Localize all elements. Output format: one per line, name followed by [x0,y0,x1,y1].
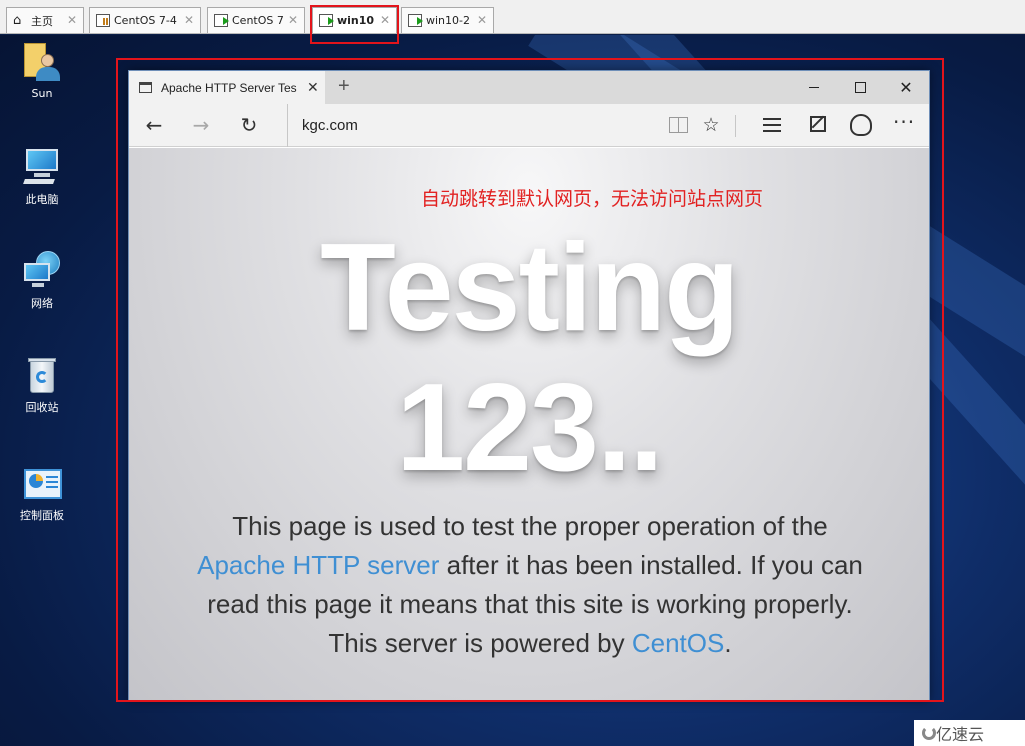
watermark: 亿速云 [914,720,1025,746]
desktop-icon-label: 控制面板 [20,509,64,522]
vm-tab-centos-7-4[interactable]: CentOS 7-4 ✕ [89,7,201,33]
desktop-icon-label: Sun [31,87,53,100]
close-icon[interactable]: ✕ [477,13,487,27]
desktop-icon-control-panel[interactable]: 控制面板 [8,463,76,523]
desktop-icon-label: 回收站 [25,401,59,414]
desktop-icon-recycle-bin[interactable]: 回收站 [8,355,76,415]
close-icon[interactable]: ✕ [67,13,77,27]
user-folder-icon [22,43,62,83]
network-icon [22,251,62,291]
close-icon[interactable]: ✕ [184,13,194,27]
vm-tab-label: win10-2 [426,14,470,27]
highlight-box-tab [310,5,399,44]
desktop-icon-label: 网络 [31,297,53,310]
recycle-bin-icon [22,355,62,395]
home-icon: ⌂ [13,13,22,28]
close-icon[interactable]: ✕ [288,13,298,27]
desktop-icon-network[interactable]: 网络 [8,251,76,311]
vm-running-icon [214,14,229,27]
watermark-logo-icon [922,726,936,740]
watermark-text: 亿速云 [936,725,985,744]
desktop-icon-this-pc[interactable]: 此电脑 [8,147,76,207]
vm-tab-label: 主页 [31,14,53,28]
desktop-icon-label: 此电脑 [25,193,59,206]
vm-tab-home[interactable]: ⌂ 主页 ✕ [6,7,84,33]
vm-tab-centos-7[interactable]: CentOS 7 ✕ [207,7,305,33]
control-panel-icon [22,463,62,503]
vm-tab-win10-2[interactable]: win10-2 ✕ [401,7,494,33]
this-pc-icon [22,147,62,187]
desktop-icon-sun[interactable]: Sun [8,43,76,100]
vm-running-icon [408,14,423,27]
vm-tab-label: CentOS 7 [232,14,284,27]
vmware-tab-bar: ⌂ 主页 ✕ CentOS 7-4 ✕ CentOS 7 ✕ win10 ✕ w… [0,0,1025,34]
vm-tab-label: CentOS 7-4 [114,14,177,27]
vm-icon [96,14,110,27]
highlight-box-browser [116,58,944,702]
